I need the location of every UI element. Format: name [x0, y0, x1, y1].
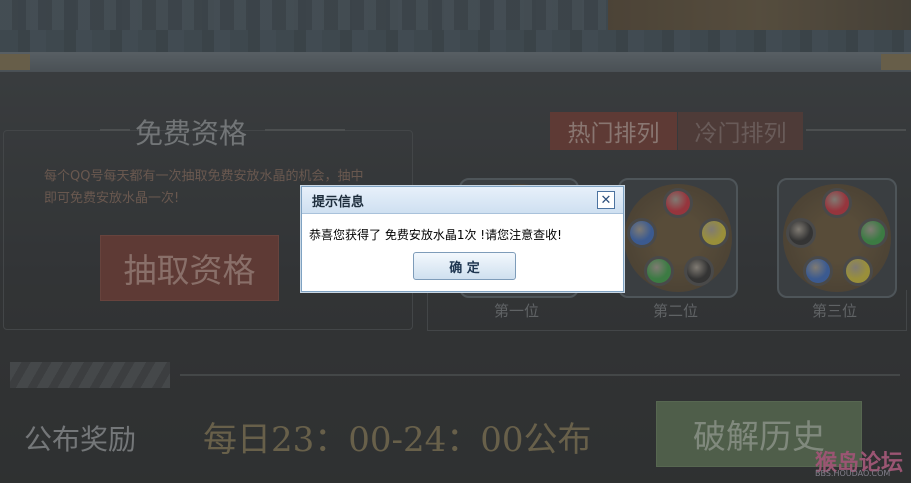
close-icon[interactable]: ✕: [597, 191, 615, 209]
dialog-message: 恭喜您获得了 免费安放水晶1次 !请您注意查收!: [309, 228, 562, 242]
info-dialog: 提示信息 ✕ 恭喜您获得了 免费安放水晶1次 !请您注意查收! 确 定: [301, 186, 624, 292]
confirm-button[interactable]: 确 定: [413, 252, 516, 280]
dialog-header: 提示信息 ✕: [302, 187, 623, 214]
dialog-title: 提示信息: [312, 195, 365, 210]
